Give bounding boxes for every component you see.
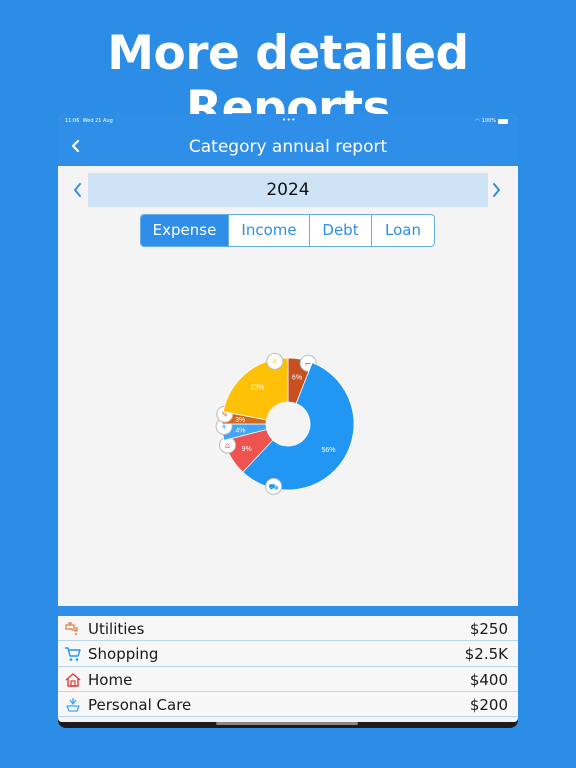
cart-icon bbox=[65, 647, 81, 662]
tab-income[interactable]: Income bbox=[229, 215, 310, 246]
battery-icon bbox=[498, 118, 508, 124]
pie-slice-label: 6% bbox=[292, 374, 302, 381]
personal-care-icon bbox=[66, 697, 80, 712]
home-icon bbox=[65, 672, 81, 687]
svg-text:☼: ☼ bbox=[271, 357, 278, 366]
list-item-name: Personal Care bbox=[88, 695, 192, 714]
list-item-amount: $250 bbox=[469, 620, 508, 638]
wifi-icon: ◠ bbox=[475, 118, 480, 124]
battery-percent: 100% bbox=[481, 118, 496, 124]
previous-year-chevron-icon[interactable] bbox=[68, 178, 88, 202]
svg-text:⌂: ⌂ bbox=[225, 441, 230, 450]
list-item-utilities[interactable]: Utilities $250 bbox=[58, 616, 518, 642]
pie-slice-label: 9% bbox=[242, 446, 252, 453]
list-item-personal-care[interactable]: Personal Care $200 bbox=[58, 691, 518, 718]
status-time: 11:06 Wed 21 Aug bbox=[65, 118, 113, 124]
pie-slice-label: 3% bbox=[235, 417, 245, 424]
list-item-amount: $2.5K bbox=[464, 645, 508, 664]
tab-debt[interactable]: Debt bbox=[310, 215, 372, 246]
battery-indicator: ◠ 100% bbox=[475, 118, 508, 124]
tab-expense[interactable]: Expense bbox=[141, 215, 229, 246]
report-type-segmented-control: Expense Income Debt Loan bbox=[140, 214, 435, 247]
tab-loan[interactable]: Loan bbox=[372, 215, 434, 246]
pie-slice-label: 56% bbox=[322, 447, 336, 454]
cart-icon: ⛟ bbox=[265, 477, 283, 495]
list-header-bar bbox=[58, 606, 518, 616]
app-screen: 11:06 Wed 21 Aug ••• ◠ 100% Category ann… bbox=[58, 114, 518, 722]
faucet-icon bbox=[65, 622, 78, 635]
tablet-frame: 11:06 Wed 21 Aug ••• ◠ 100% Category ann… bbox=[58, 114, 518, 728]
list-item-home[interactable]: Home $400 bbox=[58, 666, 518, 692]
list-item-amount: $200 bbox=[469, 695, 508, 714]
next-year-chevron-icon[interactable] bbox=[486, 178, 506, 202]
navigation-bar: Category annual report bbox=[58, 128, 518, 166]
home-indicator bbox=[216, 722, 358, 725]
entertainment-icon: ☼ bbox=[266, 352, 284, 370]
list-item-name: Home bbox=[88, 670, 133, 689]
multitask-dots-icon[interactable]: ••• bbox=[282, 116, 296, 124]
svg-text:⛟: ⛟ bbox=[269, 482, 279, 491]
pie-slice-label: 4% bbox=[235, 428, 245, 435]
page-title: Category annual report bbox=[188, 137, 388, 157]
list-item-name: Utilities bbox=[88, 620, 145, 638]
list-item-shopping[interactable]: Shopping $2.5K bbox=[58, 641, 518, 667]
category-list: Utilities $250 Shopping $2.5K Home $400 bbox=[58, 616, 518, 718]
pie-slice-label: 22% bbox=[250, 385, 264, 392]
list-item-amount: $400 bbox=[469, 670, 508, 689]
year-selector: 2024 bbox=[58, 172, 518, 208]
list-item-name: Shopping bbox=[88, 645, 159, 664]
year-label: 2024 bbox=[88, 173, 488, 207]
status-bar: 11:06 Wed 21 Aug ••• ◠ 100% bbox=[58, 114, 518, 128]
expense-donut-chart: 6%⌐56%⛟9%⌂4%⚘3%✎22%☼ bbox=[215, 352, 355, 495]
